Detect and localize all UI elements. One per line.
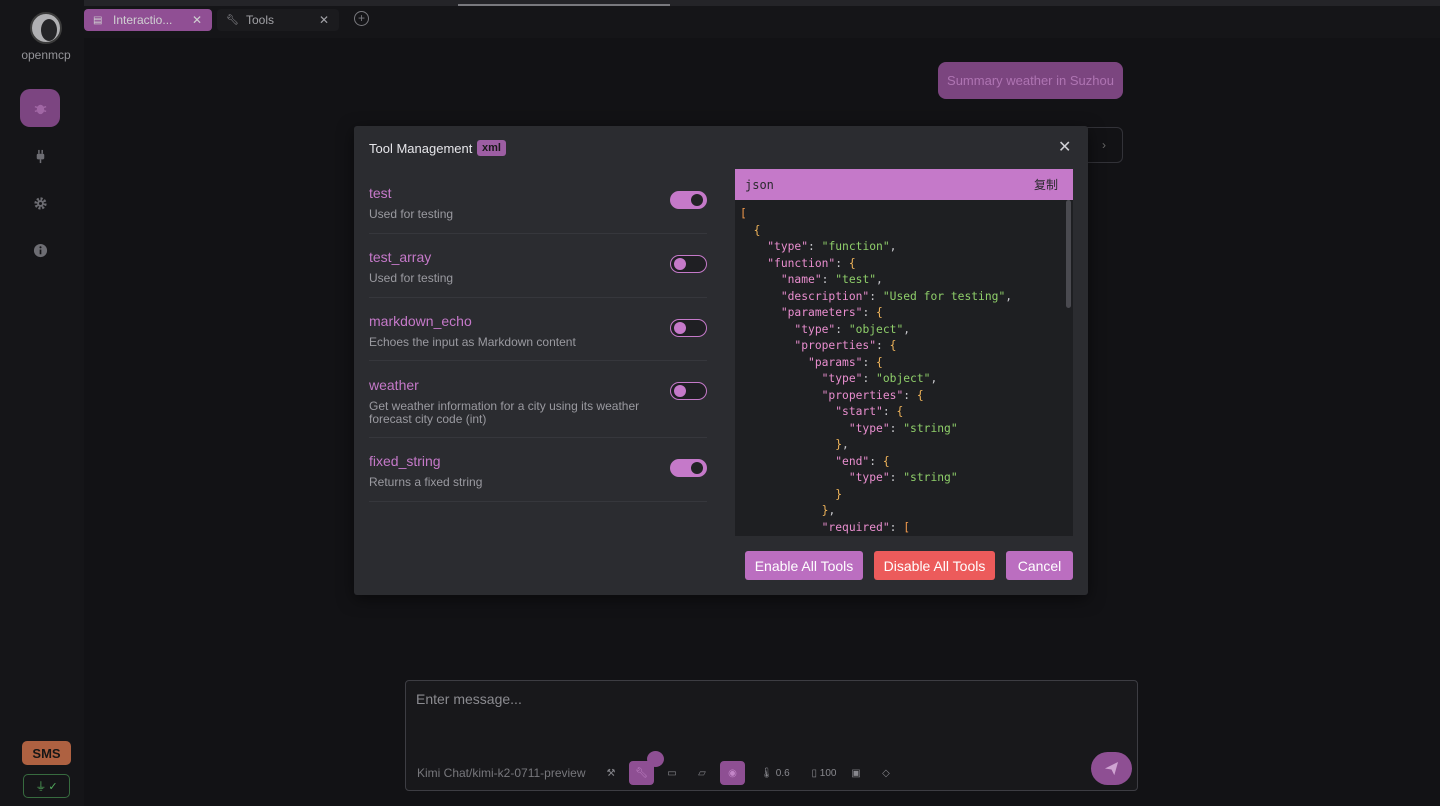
temperature-control[interactable]: 🌡︎ 0.6 bbox=[758, 761, 792, 785]
tool-description: Returns a fixed string bbox=[369, 475, 483, 489]
tag-icon[interactable]: ◇ bbox=[879, 761, 893, 785]
cancel-button[interactable]: Cancel bbox=[1006, 551, 1073, 580]
dialog-title: Tool Management bbox=[369, 141, 473, 156]
tool-toggle[interactable] bbox=[670, 255, 707, 273]
tool-toggle[interactable] bbox=[670, 191, 707, 209]
copy-button[interactable]: 复制 bbox=[1034, 176, 1058, 193]
tool-toggle[interactable] bbox=[670, 319, 707, 337]
tool-description: Used for testing bbox=[369, 207, 454, 221]
tool-description: Used for testing bbox=[369, 271, 454, 285]
code-header: json 复制 bbox=[735, 169, 1073, 200]
model-selector[interactable]: Kimi Chat/kimi-k2-0711-preview bbox=[417, 766, 586, 780]
tool-name: weather bbox=[369, 377, 419, 393]
json-code-block: json 复制 [ { "type": "function", "functio… bbox=[735, 169, 1073, 536]
globe-icon: ◉ bbox=[728, 767, 737, 779]
code-content[interactable]: [ { "type": "function", "function": { "n… bbox=[735, 200, 1073, 536]
tool-item: test Used for testing bbox=[369, 170, 707, 234]
send-icon bbox=[1104, 761, 1119, 776]
temperature-value: 0.6 bbox=[775, 767, 790, 779]
folder-icon[interactable]: ▱ bbox=[695, 761, 709, 785]
context-length-control[interactable]: ▯ 100 bbox=[806, 761, 842, 785]
code-scrollbar[interactable] bbox=[1066, 200, 1071, 308]
close-icon[interactable]: ✕ bbox=[1058, 137, 1071, 157]
message-icon[interactable]: ▭ bbox=[665, 761, 679, 785]
thermometer-icon: 🌡︎ bbox=[760, 767, 773, 779]
tool-item: markdown_echo Echoes the input as Markdo… bbox=[369, 298, 707, 361]
magic-wand-icon[interactable]: ⚒ bbox=[604, 761, 618, 785]
web-search-button[interactable]: ◉ bbox=[720, 761, 745, 785]
tool-toggle[interactable] bbox=[670, 382, 707, 400]
wrench-icon: 🔧︎ bbox=[635, 767, 648, 779]
tool-description: Echoes the input as Markdown content bbox=[369, 335, 576, 349]
tool-item: weather Get weather information for a ci… bbox=[369, 361, 707, 438]
disable-all-tools-button[interactable]: Disable All Tools bbox=[874, 551, 995, 580]
tool-item: fixed_string Returns a fixed string bbox=[369, 438, 707, 502]
tool-item: test_array Used for testing bbox=[369, 234, 707, 298]
tool-name: test bbox=[369, 185, 392, 201]
tool-list: test Used for testing test_array Used fo… bbox=[369, 170, 707, 502]
send-button[interactable] bbox=[1091, 752, 1132, 785]
tool-name: test_array bbox=[369, 249, 432, 265]
tool-name: fixed_string bbox=[369, 453, 441, 469]
tool-toggle[interactable] bbox=[670, 459, 707, 477]
tool-name: markdown_echo bbox=[369, 313, 472, 329]
message-composer: Enter message... Kimi Chat/kimi-k2-0711-… bbox=[405, 680, 1138, 791]
xml-badge: xml bbox=[477, 140, 506, 156]
code-language: json bbox=[745, 177, 774, 192]
enable-all-tools-button[interactable]: Enable All Tools bbox=[745, 551, 863, 580]
context-length-value: 100 bbox=[819, 767, 837, 779]
tool-description: Get weather information for a city using… bbox=[369, 399, 640, 426]
ruler-icon: ▯ bbox=[811, 767, 818, 779]
image-icon[interactable]: ▣ bbox=[849, 761, 863, 785]
tool-management-dialog: Tool Management xml ✕ test Used for test… bbox=[354, 126, 1088, 595]
tools-button[interactable]: 🔧︎ bbox=[629, 761, 654, 785]
message-input[interactable]: Enter message... bbox=[416, 691, 522, 707]
